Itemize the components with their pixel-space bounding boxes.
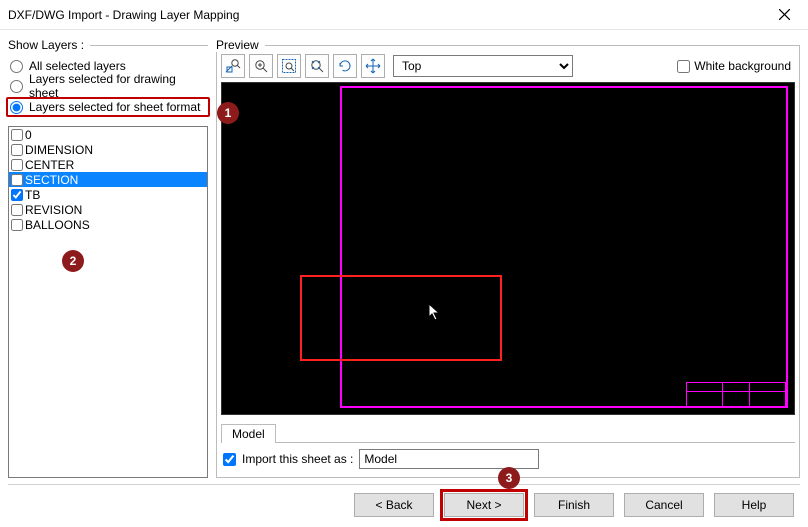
white-background-checkbox[interactable] [677,60,690,73]
radio-all-selected-input[interactable] [10,60,23,73]
layer-item[interactable]: CENTER [9,157,207,172]
pan-icon [365,58,381,74]
layer-item[interactable]: SECTION [9,172,207,187]
zoom-area-icon [281,58,297,74]
layer-item[interactable]: 0 [9,127,207,142]
callout-2: 2 [62,250,84,272]
radio-drawing-sheet-input[interactable] [10,80,23,93]
layer-checkbox[interactable] [11,174,23,186]
preview-toolbar: Top White background [221,54,795,78]
help-button[interactable]: Help [714,493,794,517]
rotate-button[interactable] [333,54,357,78]
layer-item[interactable]: TB [9,187,207,202]
zoom-selection-icon [225,58,241,74]
view-select[interactable]: Top [393,55,573,77]
layers-list[interactable]: 0DIMENSIONCENTERSECTIONTBREVISIONBALLOON… [8,126,208,478]
layer-checkbox[interactable] [11,144,23,156]
radio-drawing-sheet[interactable]: Layers selected for drawing sheet [8,76,208,96]
import-sheet-field[interactable] [359,449,539,469]
tab-model[interactable]: Model [221,424,276,443]
layer-label: TB [25,188,40,202]
finish-button[interactable]: Finish [534,493,614,517]
zoom-fit-button[interactable] [305,54,329,78]
radio-label: Layers selected for sheet format [29,100,200,114]
layer-item[interactable]: REVISION [9,202,207,217]
zoom-selection-button[interactable] [221,54,245,78]
layer-label: DIMENSION [25,143,93,157]
window-title: DXF/DWG Import - Drawing Layer Mapping [8,8,762,22]
import-sheet-label: Import this sheet as : [242,452,353,466]
drawing-selection-rect [300,275,502,361]
radio-label: Layers selected for drawing sheet [29,72,208,100]
preview-label: Preview [216,38,265,52]
layer-label: BALLOONS [25,218,90,232]
white-background-label: White background [694,59,791,73]
zoom-area-button[interactable] [277,54,301,78]
layer-item[interactable]: DIMENSION [9,142,207,157]
wizard-buttons: < Back Next > Finish Cancel Help [0,493,808,527]
layer-checkbox[interactable] [11,219,23,231]
divider [8,484,800,485]
layer-checkbox[interactable] [11,129,23,141]
cancel-button[interactable]: Cancel [624,493,704,517]
layer-checkbox[interactable] [11,189,23,201]
pan-button[interactable] [361,54,385,78]
callout-3: 3 [498,467,520,489]
close-button[interactable] [762,1,806,29]
rotate-icon [337,58,353,74]
sheet-tabs: Model [221,421,795,443]
radio-sheet-format[interactable]: Layers selected for sheet format [6,97,210,117]
preview-canvas[interactable] [221,82,795,415]
layer-checkbox[interactable] [11,159,23,171]
callout-1: 1 [217,102,239,124]
zoom-in-button[interactable] [249,54,273,78]
layer-label: CENTER [25,158,74,172]
radio-sheet-format-input[interactable] [10,101,23,114]
cursor-icon [428,303,442,324]
back-button[interactable]: < Back [354,493,434,517]
close-icon [779,9,790,20]
next-button[interactable]: Next > [444,493,524,517]
layer-label: 0 [25,128,32,142]
import-sheet-checkbox[interactable] [223,453,236,466]
layer-checkbox[interactable] [11,204,23,216]
zoom-fit-icon [309,58,325,74]
layer-item[interactable]: BALLOONS [9,217,207,232]
layer-label: REVISION [25,203,82,217]
white-background-toggle[interactable]: White background [677,59,795,73]
zoom-in-icon [253,58,269,74]
layer-label: SECTION [25,173,78,187]
drawing-titleblock [686,382,786,408]
radio-label: All selected layers [29,59,126,73]
show-layers-label: Show Layers : [8,38,90,52]
